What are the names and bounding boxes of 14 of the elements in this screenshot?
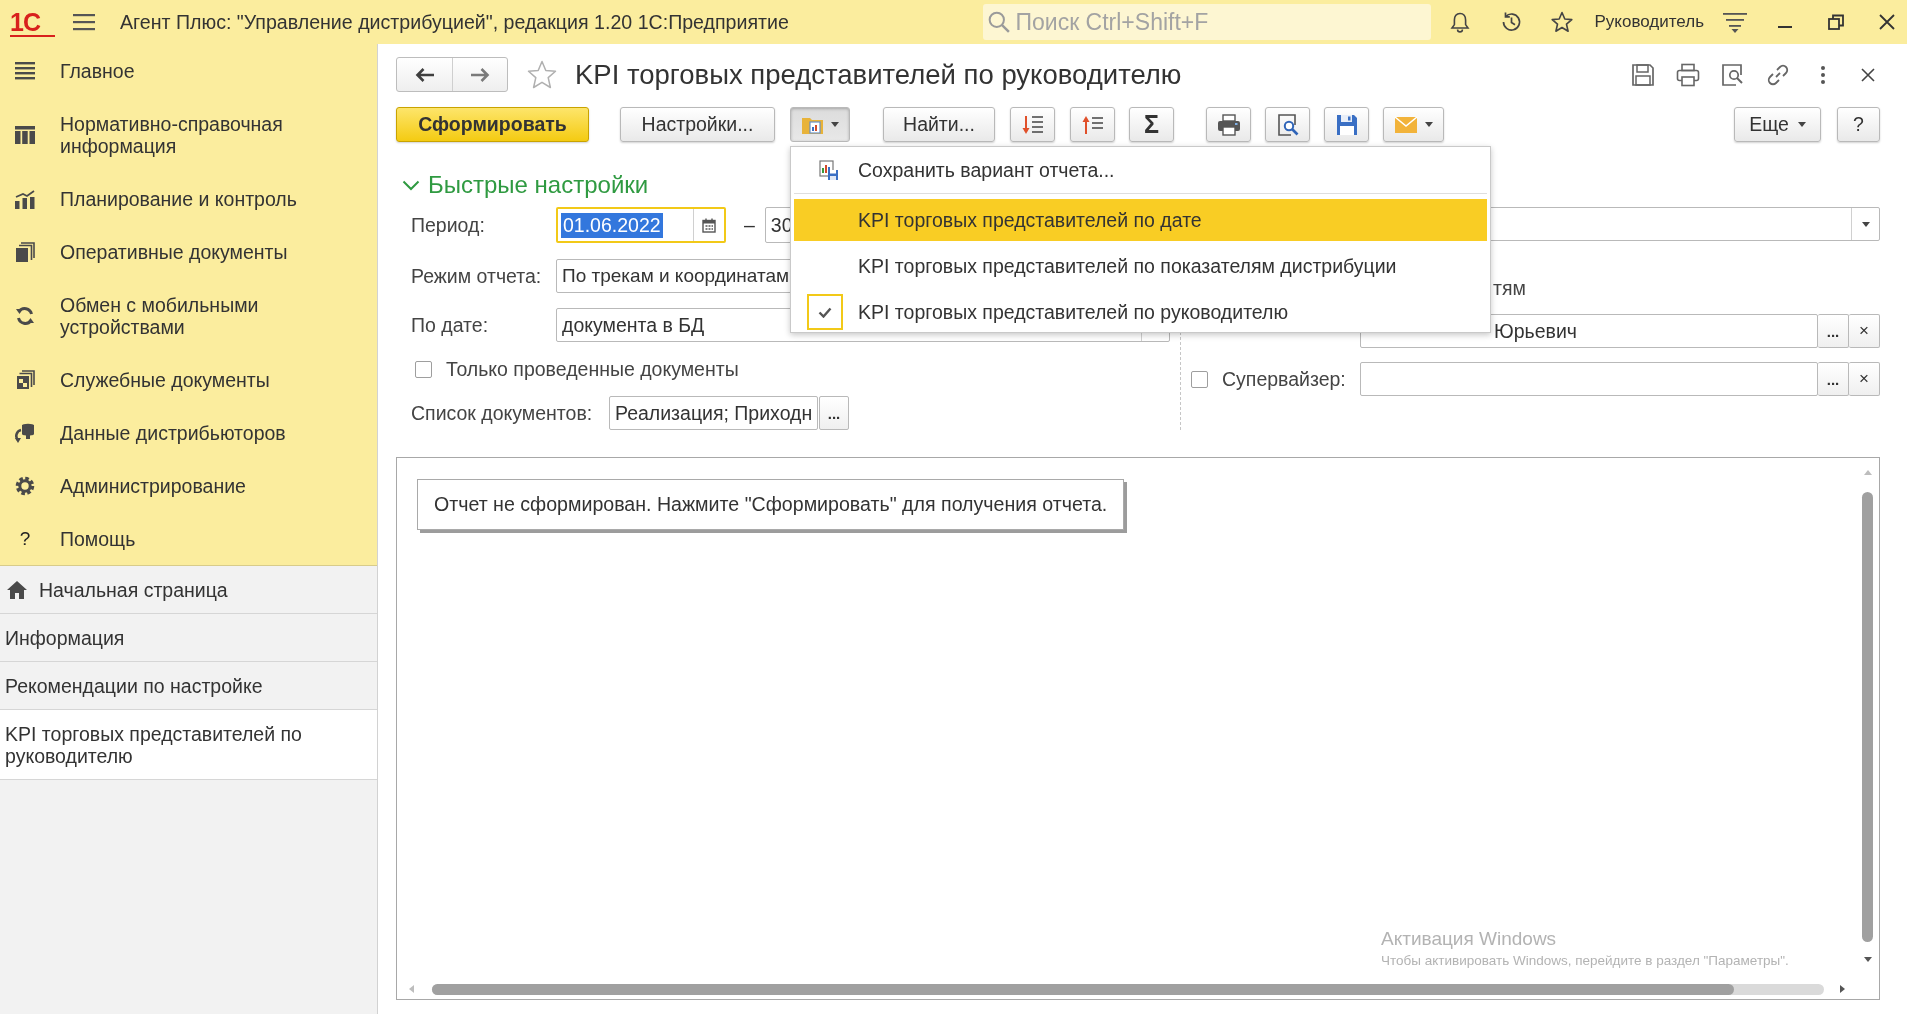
range-dash: – [744, 213, 755, 237]
field-label: Супервайзер: [1222, 367, 1347, 391]
activation-notice-title: Активация Windows [1381, 928, 1557, 950]
field-label: Режим отчета: [411, 264, 543, 288]
activation-notice-text: Чтобы активировать Windows, перейдите в раздел "Параметры". [1381, 953, 1789, 968]
field-label: Период: [411, 213, 486, 237]
field-label: По дате: [411, 313, 490, 337]
window-title: Агент Плюс: "Управление дистрибуцией", редакция 1.20 1С:Предприятие [120, 10, 789, 34]
field-label: Список документов: [411, 401, 594, 425]
report-message: Отчет не сформирован. Нажмите "Сформировать" для получения отчета. [417, 479, 1125, 530]
form-title: KPI торговых представителей по руководителю [575, 58, 1182, 91]
help-icon: ? [15, 528, 35, 549]
group-label: тям [1493, 276, 1526, 300]
checkbox-label: Только проведенные документы [446, 357, 739, 381]
